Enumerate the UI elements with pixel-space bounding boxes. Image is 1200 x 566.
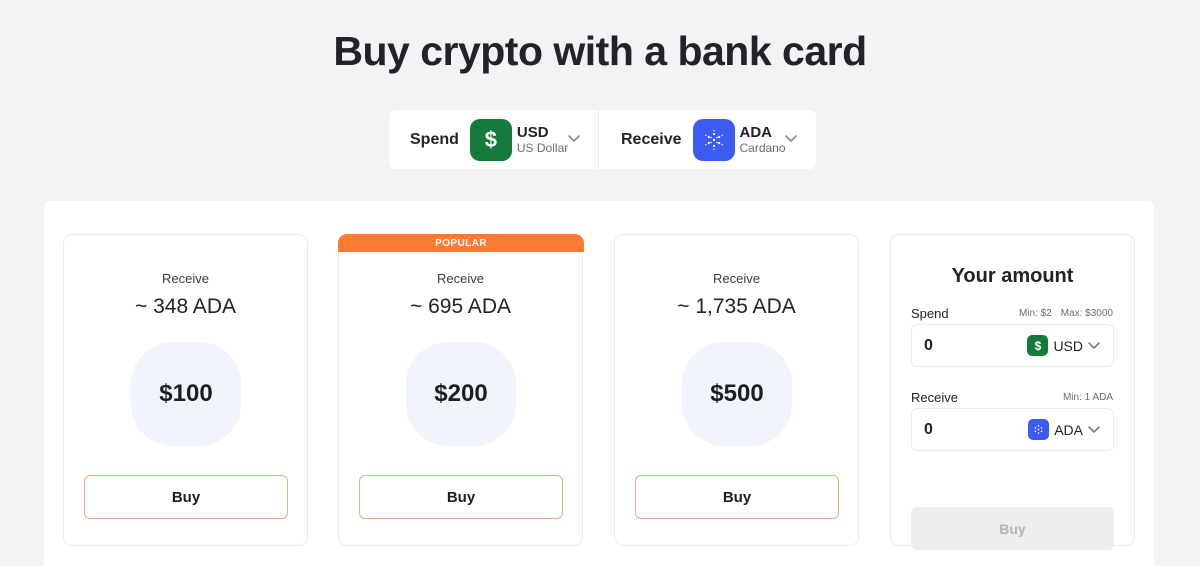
receive-currency-dropdown[interactable]: Receive ADA Cardano [599, 110, 816, 169]
spend-currency-code: USD [1053, 337, 1083, 354]
receive-min-hint: Min: 1 ADA [1062, 392, 1113, 403]
receive-amount-input[interactable]: 0 ADA [911, 408, 1114, 451]
spend-currency-dropdown[interactable]: Spend $ USD US Dollar [389, 110, 599, 169]
offer-card-200: POPULAR Receive ~ 695 ADA $200 Buy [338, 234, 584, 546]
offer-receive-amount: ~ 695 ADA [410, 295, 511, 318]
chevron-down-icon [1088, 341, 1100, 349]
spend-min-hint: Min: $2 [1018, 308, 1052, 319]
cardano-logo-icon [704, 129, 723, 150]
offer-price[interactable]: $500 [682, 342, 792, 446]
offer-price[interactable]: $100 [131, 342, 241, 446]
buy-100-button[interactable]: Buy [84, 475, 288, 519]
offers-panel: Receive ~ 348 ADA $100 Buy POPULAR Recei… [44, 201, 1154, 566]
buy-500-button[interactable]: Buy [635, 475, 839, 519]
cardano-logo-icon [1034, 425, 1043, 434]
spend-amount-input[interactable]: 0 $ USD [911, 324, 1114, 367]
usd-coin-icon: $ [1027, 335, 1049, 356]
page-title: Buy crypto with a bank card [333, 28, 867, 74]
chevron-down-icon [568, 135, 580, 142]
receive-label: Receive [621, 130, 682, 148]
spend-max-hint: Max: $3000 [1060, 308, 1113, 319]
spend-field-label: Spend [911, 306, 949, 321]
spend-currency-select[interactable]: $ USD [1027, 335, 1101, 356]
chevron-down-icon [785, 135, 797, 142]
receive-currency-code: ADA [739, 123, 773, 141]
offer-receive-amount: ~ 1,735 ADA [677, 295, 796, 318]
cardano-coin-icon [692, 118, 735, 161]
buy-custom-amount-button[interactable]: Buy [911, 507, 1114, 550]
offer-receive-label: Receive [713, 271, 760, 286]
offer-card-100: Receive ~ 348 ADA $100 Buy [63, 234, 308, 546]
spend-currency-name: US Dollar [516, 140, 569, 155]
spend-label: Spend [410, 130, 459, 148]
usd-coin-icon: $ [469, 118, 512, 161]
receive-amount-value[interactable]: 0 [924, 421, 1028, 439]
receive-currency-code: ADA [1054, 421, 1083, 438]
spend-limits: Min: $2 Max: $3000 [1019, 308, 1113, 319]
buy-200-button[interactable]: Buy [359, 475, 563, 519]
amount-title: Your amount [951, 265, 1074, 287]
spend-amount-value[interactable]: 0 [924, 337, 1027, 355]
receive-currency-select[interactable]: ADA [1028, 419, 1101, 440]
custom-amount-card: Your amount Spend Min: $2 Max: $3000 0 $ … [890, 234, 1135, 550]
cardano-coin-icon [1028, 419, 1050, 440]
spend-currency-code: USD [516, 123, 549, 141]
offer-receive-amount: ~ 348 ADA [135, 295, 236, 318]
chevron-down-icon [1088, 425, 1100, 433]
offer-card-500: Receive ~ 1,735 ADA $500 Buy [614, 234, 859, 546]
receive-currency-name: Cardano [739, 140, 786, 155]
offer-price[interactable]: $200 [406, 342, 516, 446]
offer-receive-label: Receive [162, 271, 209, 286]
receive-field-label: Receive [911, 390, 958, 405]
currency-selector: Spend $ USD US Dollar Receive ADA Cardan… [389, 110, 816, 169]
popular-badge: POPULAR [338, 234, 584, 252]
offer-receive-label: Receive [437, 271, 484, 286]
